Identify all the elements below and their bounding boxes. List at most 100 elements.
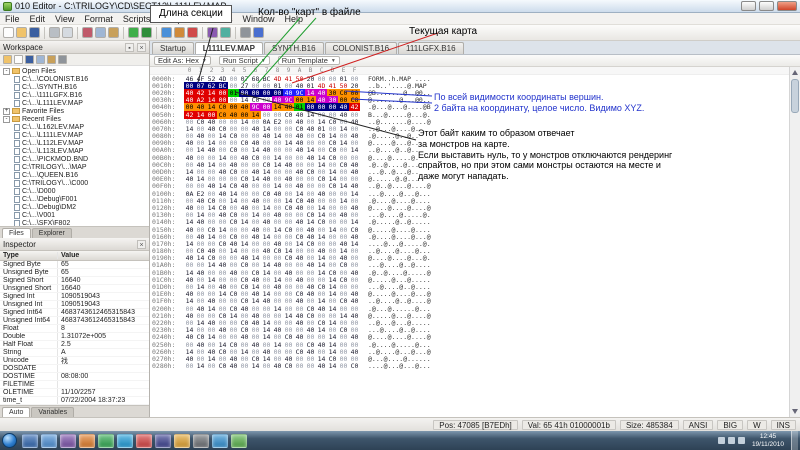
toolbar-save-icon[interactable] [29,27,40,38]
tree-file-item[interactable]: C:\...\Debug\DM2 [0,203,149,211]
hex-byte[interactable]: 00 [338,362,349,370]
expander-icon[interactable]: + [3,107,10,115]
run-script-dropdown[interactable]: Run Script ▼ [218,56,270,65]
workspace-tool-icon-4[interactable] [47,55,56,64]
inspector-row[interactable]: Signed Byte 65 [0,261,149,269]
maximize-button[interactable] [759,1,774,11]
tree-file-item[interactable]: C:\...\V001 [0,211,149,219]
hex-byte[interactable]: 40 [272,362,283,370]
taskbar-app-icon[interactable] [212,433,228,448]
tree-file-item[interactable]: C:\...\PICKMOD.BND [0,155,149,163]
toolbar-goto-icon[interactable] [174,27,185,38]
hex-byte[interactable]: 40 [228,362,239,370]
taskbar-app-icon[interactable] [193,433,209,448]
tree-file-item[interactable]: C:\...\SYNTH.B16 [0,83,149,91]
close-icon[interactable]: × [137,239,146,249]
tree-file-item[interactable]: C:\...\D000 [0,187,149,195]
menu-edit[interactable]: Edit [25,14,51,24]
tray-icon[interactable] [737,437,745,444]
inspector-tab-auto[interactable]: Auto [2,407,31,417]
workspace-tool-icon-5[interactable] [58,55,67,64]
status-charset[interactable]: ANSI [682,419,714,430]
toolbar-new-file-icon[interactable] [3,27,14,38]
hex-byte[interactable]: 00 [261,362,272,370]
tree-group[interactable]: - Open Files [0,67,149,75]
toolbar-help-icon[interactable] [253,27,264,38]
tree-file-item[interactable]: C:\...\L111LEV.MAP [0,131,149,139]
inspector-row[interactable]: time_t 07/22/2004 18:37:23 [0,397,149,405]
inspector-row[interactable]: Unsigned Int64 4683743612465315843 [0,317,149,325]
hex-byte[interactable]: 00 [184,362,195,370]
inspector-row[interactable]: Unsigned Short 16640 [0,285,149,293]
tab-colonist.b16[interactable]: COLONIST.B16 [324,42,398,54]
taskbar-app-icon[interactable] [155,433,171,448]
hex-byte[interactable]: 40 [316,362,327,370]
toolbar-open-folder-icon[interactable] [16,27,27,38]
tree-file-item[interactable]: C:\...\QUEEN.B16 [0,171,149,179]
taskbar-app-icon[interactable] [22,433,38,448]
tree-file-item[interactable]: C:\...\Debug\F001 [0,195,149,203]
inspector-row[interactable]: DOSDATE [0,365,149,373]
workspace-tool-icon-3[interactable] [36,55,45,64]
run-template-dropdown[interactable]: Run Template ▼ [277,56,340,65]
start-button[interactable] [2,433,17,448]
tray-icon[interactable] [717,437,725,444]
taskbar-app-icon[interactable] [79,433,95,448]
edit-as-dropdown[interactable]: Edit As: Hex ▼ [154,56,211,65]
status-write-mode[interactable]: W [747,419,767,430]
toolbar-run-template-icon[interactable] [207,27,218,38]
inspector-row[interactable]: Unicode 䄀 [0,357,149,365]
taskbar-app-icon[interactable] [231,433,247,448]
workspace-tool-icon-1[interactable] [14,55,23,64]
tree-file-item[interactable]: C:\TRILOGY\...\C000 [0,179,149,187]
toolbar-undo-icon[interactable] [128,27,139,38]
tree-file-item[interactable]: C:\...\L112LEV.MAP [0,139,149,147]
toolbar-bookmark-icon[interactable] [187,27,198,38]
inspector-tab-variables[interactable]: Variables [31,407,75,417]
hex-byte[interactable]: 00 [305,362,316,370]
menu-view[interactable]: View [50,14,79,24]
tree-file-item[interactable]: C:\...\COLONIST.B16 [0,75,149,83]
close-button[interactable] [777,1,797,11]
toolbar-copy-icon[interactable] [95,27,106,38]
taskbar-app-icon[interactable] [98,433,114,448]
toolbar-print-preview-icon[interactable] [62,27,73,38]
tree-file-item[interactable]: C:\...\L113LEV.MAP [0,147,149,155]
expander-icon[interactable]: - [3,67,10,75]
toolbar-paste-icon[interactable] [108,27,119,38]
hex-byte[interactable]: C0 [283,362,294,370]
close-icon[interactable]: × [137,42,146,52]
inspector-row[interactable]: Double 1.31072e+005 [0,333,149,341]
tree-file-item[interactable]: C:\...\L111LEV.MAP [0,99,149,107]
workspace-tool-icon-0[interactable] [3,55,12,64]
tree-file-item[interactable]: C:\...\111LGFX.B16 [0,91,149,99]
inspector-row[interactable]: Signed Int64 4683743612465315843 [0,309,149,317]
inspector-row[interactable]: Float 8 [0,325,149,333]
tab-111lgfx.b16[interactable]: 111LGFX.B16 [398,42,464,54]
tab-startup[interactable]: Startup [152,42,194,54]
hex-byte[interactable]: 00 [294,362,305,370]
tree-group[interactable]: - Recent Files [0,115,149,123]
menu-file[interactable]: File [0,14,25,24]
inspector-row[interactable]: FILETIME [0,381,149,389]
hex-byte[interactable]: C0 [349,362,360,370]
scrollbar-thumb[interactable] [791,79,799,113]
workspace-tab-files[interactable]: Files [2,228,31,238]
toolbar-find-icon[interactable] [161,27,172,38]
scroll-down-icon[interactable] [792,409,798,414]
ascii-column[interactable]: ....@...@...@... [368,362,431,370]
inspector-row[interactable]: Half Float 2.5 [0,341,149,349]
workspace-tool-icon-2[interactable] [25,55,34,64]
toolbar-cut-icon[interactable] [82,27,93,38]
hex-byte[interactable]: C0 [217,362,228,370]
taskbar-clock[interactable]: 12:45 19/11/2010 [748,433,788,448]
toolbar-print-icon[interactable] [49,27,60,38]
status-endian[interactable]: BIG [717,419,744,430]
taskbar-app-icon[interactable] [136,433,152,448]
taskbar-app-icon[interactable] [41,433,57,448]
taskbar-app-icon[interactable] [60,433,76,448]
inspector-row[interactable]: Signed Short 16640 [0,277,149,285]
minimize-button[interactable] [741,1,756,11]
inspector-row[interactable]: DOSTIME 08:08:00 [0,373,149,381]
hex-byte[interactable]: 14 [327,362,338,370]
